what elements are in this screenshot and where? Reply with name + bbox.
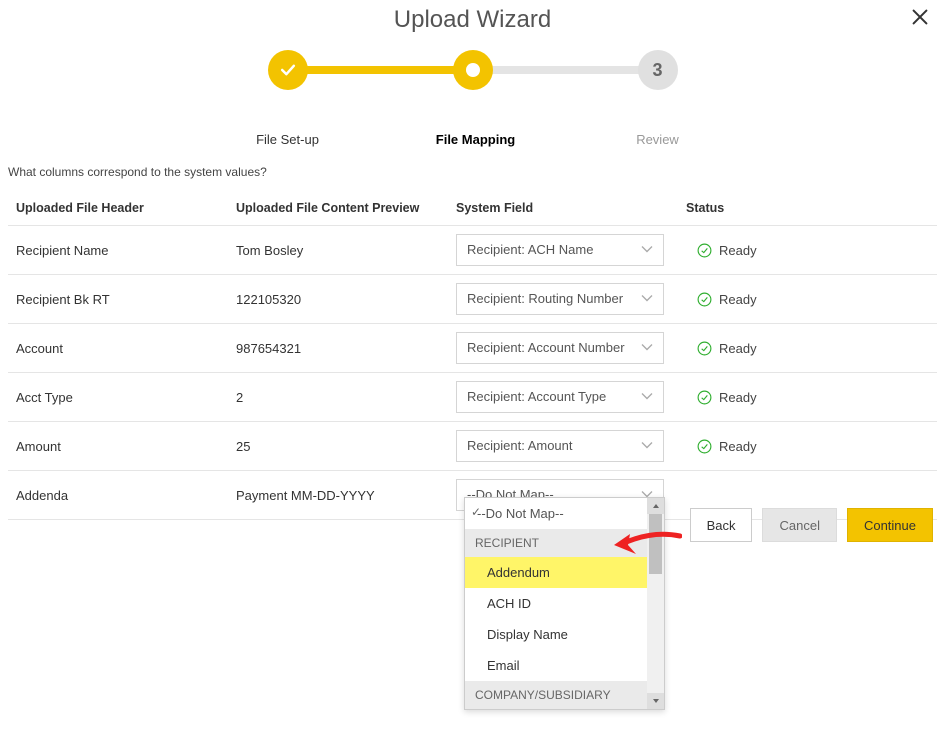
cell-preview: Payment MM-DD-YYYY [236,488,456,503]
table-row: Amount 25 Recipient: Amount Ready [8,422,937,471]
status-badge: Ready [686,389,929,406]
mapping-table: Uploaded File Header Uploaded File Conte… [8,191,937,520]
system-field-select[interactable]: Recipient: Account Number [456,332,664,364]
step-3-pending-icon: 3 [638,50,678,90]
chevron-down-icon [637,386,657,417]
col-header-uploaded: Uploaded File Header [16,201,236,215]
cell-preview: Tom Bosley [236,243,456,258]
status-badge: Ready [686,438,929,455]
instruction-text: What columns correspond to the system va… [0,165,945,191]
table-header: Uploaded File Header Uploaded File Conte… [8,191,937,226]
col-header-preview: Uploaded File Content Preview [236,201,456,215]
back-button[interactable]: Back [690,508,753,542]
cell-header: Addenda [16,488,236,503]
scrollbar-thumb[interactable] [649,514,662,574]
system-field-dropdown[interactable]: --Do Not Map-- RECIPIENT Addendum ACH ID… [464,497,665,710]
dropdown-option-display-name[interactable]: Display Name [465,619,664,650]
step-2-current-icon [453,50,493,90]
step-1-complete-icon [268,50,308,90]
stepper: 3 [268,50,678,92]
status-badge: Ready [686,242,929,259]
cell-header: Recipient Bk RT [16,292,236,307]
chevron-down-icon [637,239,657,270]
cell-preview: 2 [236,390,456,405]
dropdown-option-achid[interactable]: ACH ID [465,588,664,619]
cell-header: Recipient Name [16,243,236,258]
scrollbar-up-icon[interactable] [647,498,664,514]
table-row: Recipient Bk RT 122105320 Recipient: Rou… [8,275,937,324]
status-badge: Ready [686,291,929,308]
system-field-select[interactable]: Recipient: Account Type [456,381,664,413]
system-field-select[interactable]: Recipient: ACH Name [456,234,664,266]
dropdown-option-addendum[interactable]: Addendum [465,557,647,588]
page-title: Upload Wizard [0,0,945,34]
table-row: Acct Type 2 Recipient: Account Type Read… [8,373,937,422]
system-field-select[interactable]: Recipient: Routing Number [456,283,664,315]
close-icon[interactable] [909,6,931,33]
step-labels: File Set-up File Mapping Review [268,132,678,147]
footer-actions: Back Cancel Continue [690,508,933,542]
scrollbar[interactable] [647,498,664,709]
cell-preview: 122105320 [236,292,456,307]
scrollbar-down-icon[interactable] [647,693,664,709]
chevron-down-icon [637,288,657,319]
cell-header: Acct Type [16,390,236,405]
table-row: Account 987654321 Recipient: Account Num… [8,324,937,373]
chevron-down-icon [637,435,657,466]
dropdown-option-email[interactable]: Email [465,650,664,681]
status-badge: Ready [686,340,929,357]
cancel-button[interactable]: Cancel [762,508,836,542]
continue-button[interactable]: Continue [847,508,933,542]
system-field-select[interactable]: Recipient: Amount [456,430,664,462]
col-header-field: System Field [456,201,686,215]
chevron-down-icon [637,337,657,368]
cell-preview: 25 [236,439,456,454]
cell-header: Account [16,341,236,356]
dropdown-option-donotmap[interactable]: --Do Not Map-- [465,498,664,529]
cell-preview: 987654321 [236,341,456,356]
col-header-status: Status [686,201,929,215]
step-label-3: Review [618,132,698,147]
dropdown-group-recipient: RECIPIENT [465,529,664,557]
dropdown-group-company: COMPANY/SUBSIDIARY [465,681,664,709]
table-row: Recipient Name Tom Bosley Recipient: ACH… [8,226,937,275]
cell-header: Amount [16,439,236,454]
step-label-1: File Set-up [248,132,328,147]
step-label-2: File Mapping [436,132,516,147]
